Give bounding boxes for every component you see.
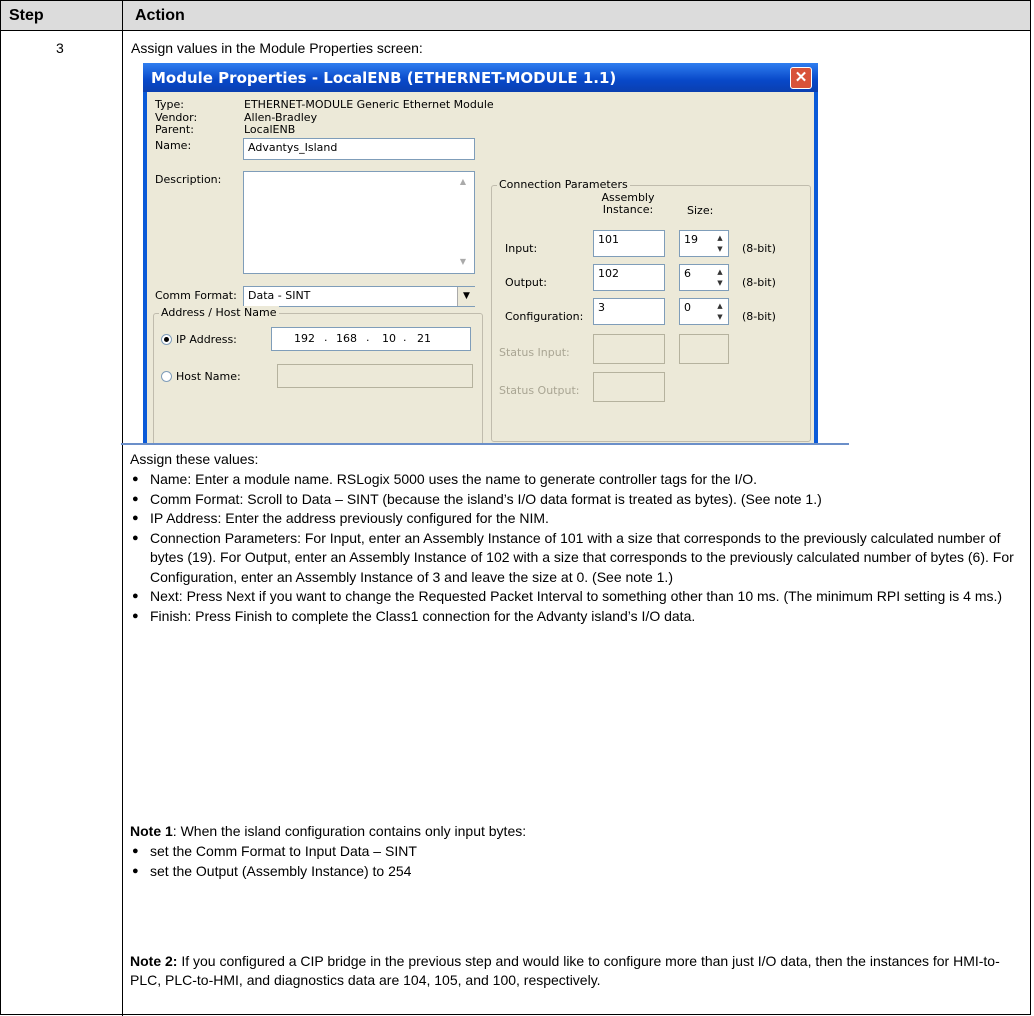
close-icon[interactable]: ✕ [790, 67, 812, 89]
list-item: Next: Press Next if you want to change t… [130, 587, 1022, 607]
dialog-crop-edge [121, 443, 849, 445]
comm-format-select[interactable]: Data - SINT [243, 286, 475, 307]
name-field[interactable]: Advantys_Island [243, 138, 475, 160]
description-label: Description: [155, 173, 222, 186]
name-label: Name: [155, 139, 192, 152]
host-name-field[interactable] [277, 364, 473, 388]
status-output-label: Status Output: [499, 384, 580, 397]
size-header: Size: [687, 204, 714, 217]
table-header: Step Action [1, 1, 1030, 31]
dialog-titlebar: Module Properties - LocalENB (ETHERNET-M… [143, 63, 818, 92]
list-item: Name: Enter a module name. RSLogix 5000 … [130, 470, 1022, 490]
parent-value: LocalENB [244, 123, 296, 136]
input-unit: (8-bit) [742, 242, 776, 255]
step-column-header: Step [9, 7, 44, 24]
ip-address-label: IP Address: [176, 333, 237, 346]
address-group-title: Address / Host Name [159, 306, 279, 319]
ip-octet-3: 10 [382, 332, 396, 345]
host-name-label: Host Name: [176, 370, 241, 383]
ip-address-field[interactable]: 192 . 168 . 10 . 21 [271, 327, 471, 351]
output-label: Output: [505, 276, 547, 289]
list-item: set the Comm Format to Input Data – SINT [130, 842, 1022, 862]
parent-label: Parent: [155, 123, 194, 136]
note-1-label: Note 1 [130, 823, 173, 839]
status-input-field[interactable] [593, 334, 665, 364]
status-input-size-field[interactable] [679, 334, 729, 364]
note-1-list: set the Comm Format to Input Data – SINT… [130, 842, 1022, 881]
dialog-body: Type: ETHERNET-MODULE Generic Ethernet M… [147, 92, 814, 443]
note-1-text: : When the island configuration contains… [172, 823, 527, 839]
output-unit: (8-bit) [742, 276, 776, 289]
assign-values-list: Name: Enter a module name. RSLogix 5000 … [130, 470, 1022, 626]
configuration-instance-field[interactable]: 3 [593, 298, 665, 325]
type-value: ETHERNET-MODULE Generic Ethernet Module [244, 98, 494, 111]
note-1: Note 1: When the island configuration co… [130, 822, 1022, 841]
input-size-spinner[interactable]: ▲ ▼ [712, 233, 728, 255]
action-column-header: Action [135, 7, 185, 24]
configuration-unit: (8-bit) [742, 310, 776, 323]
scroll-down-icon[interactable]: ▼ [455, 254, 471, 270]
comm-format-value: Data - SINT [248, 289, 311, 302]
scroll-up-icon[interactable]: ▲ [455, 174, 471, 190]
ip-octet-4: 21 [417, 332, 431, 345]
assembly-instance-header: Assembly Instance: [601, 191, 655, 216]
configuration-size-spinner[interactable]: ▲ ▼ [712, 301, 728, 323]
ip-address-radio[interactable] [161, 334, 172, 345]
step-number: 3 [56, 40, 64, 56]
host-name-radio[interactable] [161, 371, 172, 382]
list-item: Comm Format: Scroll to Data – SINT (beca… [130, 490, 1022, 510]
ip-octet-1: 192 [294, 332, 315, 345]
input-label: Input: [505, 242, 538, 255]
list-item: Finish: Press Finish to complete the Cla… [130, 607, 1022, 627]
dialog-title: Module Properties - LocalENB (ETHERNET-M… [151, 69, 617, 87]
type-label: Type: [155, 98, 184, 111]
output-size-spinner[interactable]: ▲ ▼ [712, 267, 728, 289]
chevron-down-icon[interactable]: ▼ [457, 287, 475, 306]
configuration-label: Configuration: [505, 310, 584, 323]
note-2-text: If you configured a CIP bridge in the pr… [130, 953, 1000, 988]
status-input-label: Status Input: [499, 346, 570, 359]
module-properties-dialog: Module Properties - LocalENB (ETHERNET-M… [143, 63, 818, 443]
connection-parameters-title: Connection Parameters [497, 178, 630, 191]
description-field[interactable] [243, 171, 475, 274]
note-2: Note 2: If you configured a CIP bridge i… [130, 952, 1022, 990]
ip-octet-2: 168 [336, 332, 357, 345]
column-divider [122, 1, 123, 1016]
note-2-label: Note 2: [130, 953, 178, 969]
status-output-field[interactable] [593, 372, 665, 402]
output-instance-field[interactable]: 102 [593, 264, 665, 291]
step-intro: Assign values in the Module Properties s… [131, 40, 423, 56]
comm-format-label: Comm Format: [155, 289, 237, 302]
list-item: Connection Parameters: For Input, enter … [130, 529, 1022, 588]
assign-heading: Assign these values: [130, 451, 259, 467]
input-instance-field[interactable]: 101 [593, 230, 665, 257]
list-item: set the Output (Assembly Instance) to 25… [130, 862, 1022, 882]
list-item: IP Address: Enter the address previously… [130, 509, 1022, 529]
